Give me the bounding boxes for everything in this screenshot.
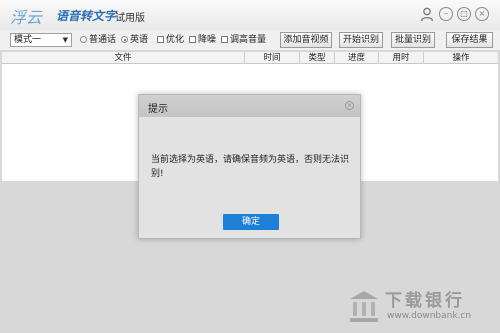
radio-english-label: 英语 [130, 35, 149, 45]
column-header-duration[interactable]: 用时 [379, 52, 424, 64]
app-title: 语音转文字 [56, 9, 117, 23]
column-header-time[interactable]: 时间 [245, 52, 300, 64]
dialog-message: 当前选择为英语，请确保音频为英语，否则无法识别! [151, 155, 350, 179]
chevron-down-icon: ▼ [62, 36, 68, 44]
watermark-url: www.downbank.cn [387, 311, 472, 321]
close-icon[interactable]: × [345, 101, 354, 110]
column-header-progress[interactable]: 进度 [335, 52, 379, 64]
radio-circle-icon [80, 36, 87, 43]
watermark-title: 下载银行 [385, 291, 465, 311]
checkbox-denoise[interactable]: 降噪 [189, 35, 216, 45]
radio-english[interactable]: 英语 [121, 35, 148, 45]
dialog-title: 提示 [148, 104, 168, 115]
batch-recognition-button[interactable]: 批量识别 [391, 32, 435, 48]
save-results-button[interactable]: 保存结果 [446, 32, 493, 48]
minimize-icon[interactable]: – [439, 7, 453, 21]
checkbox-icon [221, 36, 228, 43]
watermark: 下载银行 www.downbank.cn [345, 284, 495, 330]
checkbox-denoise-label: 降噪 [198, 35, 217, 45]
edition-label: 试用版 [115, 13, 145, 24]
user-icon[interactable] [420, 7, 434, 22]
checkbox-icon [157, 36, 164, 43]
bank-logo-icon [350, 291, 378, 322]
column-header-action[interactable]: 操作 [424, 52, 498, 64]
prompt-dialog: 提示 × 当前选择为英语，请确保音频为英语，否则无法识别! 确定 [138, 94, 361, 239]
mode-select-value: 模式一 [14, 35, 42, 45]
radio-selected-icon [121, 36, 128, 43]
checkbox-boost-volume-label: 调高音量 [230, 35, 267, 45]
toolbar: 模式一 ▼ 普通话 英语 优化 降噪 调高音量 添加音视频 开始识别 批量识别 … [0, 30, 500, 50]
radio-mandarin-label: 普通话 [89, 35, 117, 45]
checkbox-boost-volume[interactable]: 调高音量 [221, 35, 266, 45]
dialog-title-bar: 提示 × [139, 95, 360, 117]
app-logo: 浮云 [10, 8, 43, 27]
start-recognition-button[interactable]: 开始识别 [339, 32, 383, 48]
mode-select[interactable]: 模式一 ▼ [10, 33, 72, 47]
radio-mandarin[interactable]: 普通话 [80, 35, 116, 45]
ok-button[interactable]: 确定 [223, 214, 279, 230]
title-bar: 浮云 语音转文字 试用版 – □ × [0, 0, 500, 30]
checkbox-optimize[interactable]: 优化 [157, 35, 184, 45]
add-media-button[interactable]: 添加音视频 [280, 32, 332, 48]
checkbox-icon [189, 36, 196, 43]
close-icon[interactable]: × [475, 7, 489, 21]
file-table-header: 文件 时间 类型 进度 用时 操作 [2, 52, 498, 64]
maximize-icon[interactable]: □ [457, 7, 471, 21]
checkbox-optimize-label: 优化 [166, 35, 185, 45]
column-header-file[interactable]: 文件 [2, 52, 245, 64]
column-header-type[interactable]: 类型 [300, 52, 335, 64]
